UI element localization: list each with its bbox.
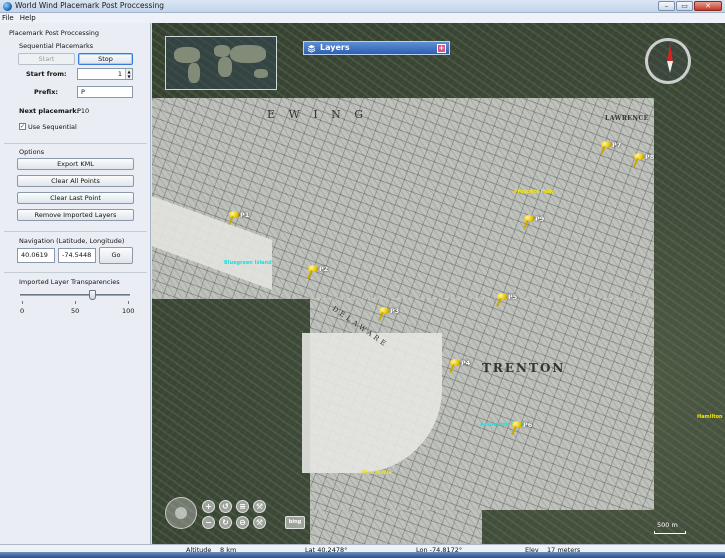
continent-shape [230,45,266,63]
latitude-input[interactable]: 40.0619 [17,248,55,263]
layers-title: Layers [320,43,350,52]
placemark-label: P7 [612,141,622,149]
clear-all-points-button[interactable]: Clear All Points [17,175,134,187]
slider-tick [75,301,76,304]
export-kml-button[interactable]: Export KML [17,158,134,170]
compass-icon[interactable] [645,38,691,84]
menu-help[interactable]: Help [20,13,36,23]
place-label: Morrisville [362,470,392,476]
menu-file[interactable]: File [2,13,14,23]
next-placemark-value: P10 [77,107,90,115]
pitch-up-icon[interactable]: ≡ [236,500,249,513]
navigation-label: Navigation (Latitude, Longitude) [19,237,125,245]
start-from-value: 1 [117,70,122,78]
placemark-pin[interactable]: P6 [511,421,532,436]
use-sequential-label: Use Sequential [28,123,77,131]
divider [4,143,147,144]
continent-shape [188,63,200,83]
longitude-input[interactable]: -74.5448 [58,248,96,263]
prefix-label: Prefix: [34,88,58,96]
expand-layers-icon[interactable]: + [437,44,446,53]
placemark-pin[interactable]: P4 [449,359,470,374]
zoom-in-icon[interactable]: + [202,500,215,513]
use-sequential-checkbox[interactable]: ✓ [19,123,26,130]
placemark-pin[interactable]: P7 [600,141,621,156]
app-globe-icon [3,2,12,11]
transparency-label: Imported Layer Transparencies [19,278,120,286]
placemark-label: P3 [390,307,400,315]
menu-bar: File Help [0,13,725,23]
prefix-input[interactable]: P [77,86,133,98]
remove-imported-layers-button[interactable]: Remove Imported Layers [17,209,134,221]
continent-shape [214,45,230,57]
place-label: Hamilton [697,414,723,420]
globe-map-view[interactable]: E W I N G LAWRENCE TRENTON DELAWARE Blue… [152,23,725,544]
placemark-label: P9 [535,215,545,223]
compass-south-needle [667,61,673,73]
placemark-label: P8 [645,153,655,161]
placemark-label: P6 [523,421,533,429]
heading-left-icon[interactable]: ↺ [219,500,232,513]
spinner-arrows-icon[interactable]: ▲ ▼ [125,69,132,79]
start-from-spinner[interactable]: 1 ▲ ▼ [77,68,133,80]
slider-tick-label: 100 [122,307,135,315]
placemark-label: P4 [461,359,471,367]
minimize-button[interactable]: – [658,1,675,11]
zoom-out-icon[interactable]: − [202,516,215,529]
layers-panel-header[interactable]: Layers + [303,41,450,55]
place-label: Bluegreen Island [224,260,272,266]
pan-control-icon[interactable] [165,497,197,529]
heading-right-icon[interactable]: ↻ [219,516,232,529]
options-label: Options [19,148,45,156]
placemark-pin[interactable]: P9 [523,215,544,230]
continent-shape [254,69,268,78]
start-button[interactable]: Start [18,53,75,65]
sequential-group-title: Sequential Placemarks [19,42,94,50]
bing-logo-icon: bing [285,516,305,529]
scale-label: 500 m [657,521,678,529]
compass-north-needle [667,44,673,62]
transparency-slider-track[interactable] [20,294,130,296]
maximize-button[interactable]: ▭ [676,1,693,11]
slider-tick [128,301,129,304]
placemark-pin[interactable]: P1 [228,211,249,226]
continent-shape [174,47,200,63]
slider-tick-label: 0 [20,307,25,315]
map-label-lawrence: LAWRENCE [605,115,649,122]
placemark-pin[interactable]: P3 [378,307,399,322]
start-from-label: Start from: [26,70,67,78]
placemark-pin[interactable]: P8 [633,153,654,168]
divider [4,272,147,273]
control-panel: Placemark Post Proccessing Sequential Pl… [0,23,151,544]
imported-map-overlay [310,510,482,544]
transparency-slider-thumb[interactable] [89,290,96,300]
layers-icon [307,44,316,53]
placemark-label: P1 [240,211,250,219]
slider-tick [22,301,23,304]
pitch-down-icon[interactable]: ⊖ [236,516,249,529]
divider [4,231,147,232]
clear-last-point-button[interactable]: Clear Last Point [17,192,134,204]
place-label: Prospect Park [514,189,554,195]
continent-shape [218,57,232,77]
slider-tick-label: 50 [71,307,80,315]
title-bar: World Wind Placemark Post Proccessing – … [0,0,725,13]
panel-title: Placemark Post Proccessing [9,29,100,37]
placemark-label: P5 [508,293,518,301]
vertical-exaggeration-up-icon[interactable]: ⚒ [253,500,266,513]
window-title: World Wind Placemark Post Proccessing [15,1,165,10]
map-label-trenton: TRENTON [482,361,566,375]
next-placemark-label: Next placemark: [19,107,80,115]
map-label-ewing: E W I N G [267,108,369,121]
placemark-pin[interactable]: P5 [496,293,517,308]
placemark-label: P2 [319,265,329,273]
close-button[interactable]: ✕ [694,1,722,11]
placemark-pin[interactable]: P2 [307,265,328,280]
os-taskbar [0,552,725,558]
scale-bar [654,531,686,534]
world-minimap[interactable] [165,36,277,90]
stop-button[interactable]: Stop [78,53,133,65]
go-button[interactable]: Go [99,247,133,264]
vertical-exaggeration-down-icon[interactable]: ⚒ [253,516,266,529]
